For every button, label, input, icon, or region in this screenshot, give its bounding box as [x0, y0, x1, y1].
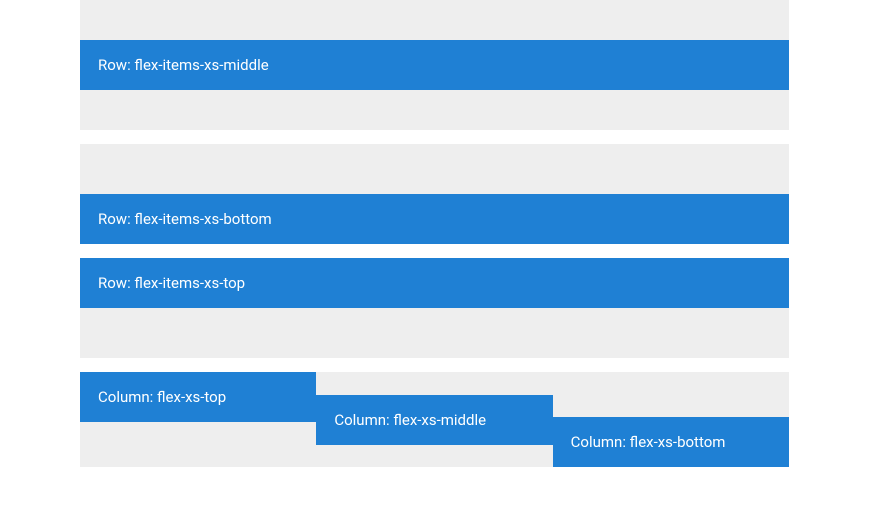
column-flex-bottom: Column: flex-xs-bottom	[553, 417, 789, 467]
row-label: Row: flex-items-xs-top	[98, 274, 245, 292]
column-flex-top: Column: flex-xs-top	[80, 372, 316, 422]
row-example-middle-container: Row: flex-items-xs-middle	[80, 0, 789, 130]
column-label: Column: flex-xs-top	[98, 388, 226, 406]
row-flex-bottom: Row: flex-items-xs-bottom	[80, 194, 789, 244]
row-flex-top: Row: flex-items-xs-top	[80, 258, 789, 308]
row-example-top-container: Row: flex-items-xs-top	[80, 258, 789, 358]
row-flex-middle: Row: flex-items-xs-middle	[80, 40, 789, 90]
column-example-container: Column: flex-xs-top Column: flex-xs-midd…	[80, 372, 789, 467]
row-example-bottom-container: Row: flex-items-xs-bottom	[80, 144, 789, 244]
column-label: Column: flex-xs-bottom	[571, 433, 726, 451]
column-flex-middle: Column: flex-xs-middle	[316, 395, 552, 445]
column-label: Column: flex-xs-middle	[334, 411, 486, 429]
row-label: Row: flex-items-xs-middle	[98, 56, 269, 74]
row-label: Row: flex-items-xs-bottom	[98, 210, 272, 228]
